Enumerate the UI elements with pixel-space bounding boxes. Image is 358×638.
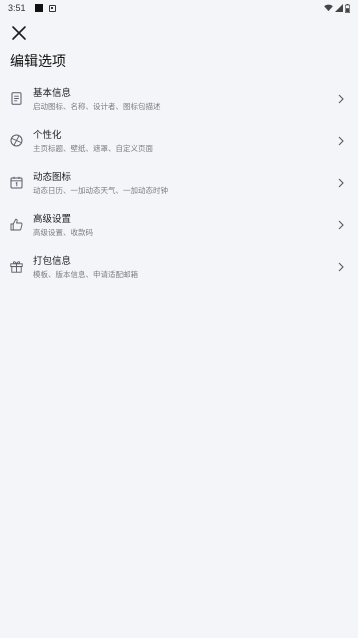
menu-item-label: 打包信息	[33, 256, 72, 267]
close-icon	[12, 26, 26, 40]
wifi-icon	[324, 4, 333, 12]
chevron-right-icon	[338, 220, 344, 230]
menu-item-advanced-settings[interactable]: 高级设置 高级设置、收款码	[0, 204, 358, 246]
battery-icon	[345, 3, 350, 13]
menu-item-label: 动态图标	[33, 172, 72, 183]
gift-icon	[10, 260, 23, 273]
palette-icon	[10, 134, 23, 147]
menu-item-subtitle: 动态日历、一加动态天气、一加动态时钟	[33, 186, 168, 195]
menu-item-subtitle: 模板、版本信息、申请适配邮箱	[33, 270, 138, 279]
page-title: 编辑选项	[10, 54, 66, 70]
status-time: 3:51	[8, 3, 26, 13]
menu-item-personalization[interactable]: 个性化 主页标题、壁纸、遮罩、自定义页面	[0, 120, 358, 162]
thumb-up-icon	[10, 218, 23, 231]
close-button[interactable]	[8, 22, 30, 44]
menu-item-subtitle: 启动图标、名称、设计者、图标包描述	[33, 102, 161, 111]
menu-item-subtitle: 高级设置、收款码	[33, 228, 93, 237]
menu-item-subtitle: 主页标题、壁纸、遮罩、自定义页面	[33, 144, 153, 153]
notification-square-icon	[34, 4, 43, 12]
chevron-right-icon	[338, 136, 344, 146]
menu-item-basic-info[interactable]: 基本信息 启动图标、名称、设计者、图标包描述	[0, 78, 358, 120]
options-menu: 基本信息 启动图标、名称、设计者、图标包描述 个性化 主页标题、壁纸、遮罩、自定…	[0, 78, 358, 288]
chevron-right-icon	[338, 262, 344, 272]
status-bar: 3:51	[0, 0, 358, 16]
chevron-right-icon	[338, 178, 344, 188]
signal-icon	[335, 4, 343, 12]
chevron-right-icon	[338, 94, 344, 104]
menu-item-package-info[interactable]: 打包信息 模板、版本信息、申请适配邮箱	[0, 246, 358, 288]
menu-item-label: 个性化	[33, 130, 62, 141]
menu-item-label: 高级设置	[33, 214, 72, 225]
notification-box-icon	[48, 4, 56, 12]
calendar-icon	[10, 176, 23, 189]
document-icon	[10, 92, 23, 105]
menu-item-dynamic-icons[interactable]: 动态图标 动态日历、一加动态天气、一加动态时钟	[0, 162, 358, 204]
menu-item-label: 基本信息	[33, 88, 72, 99]
status-right	[324, 3, 350, 13]
